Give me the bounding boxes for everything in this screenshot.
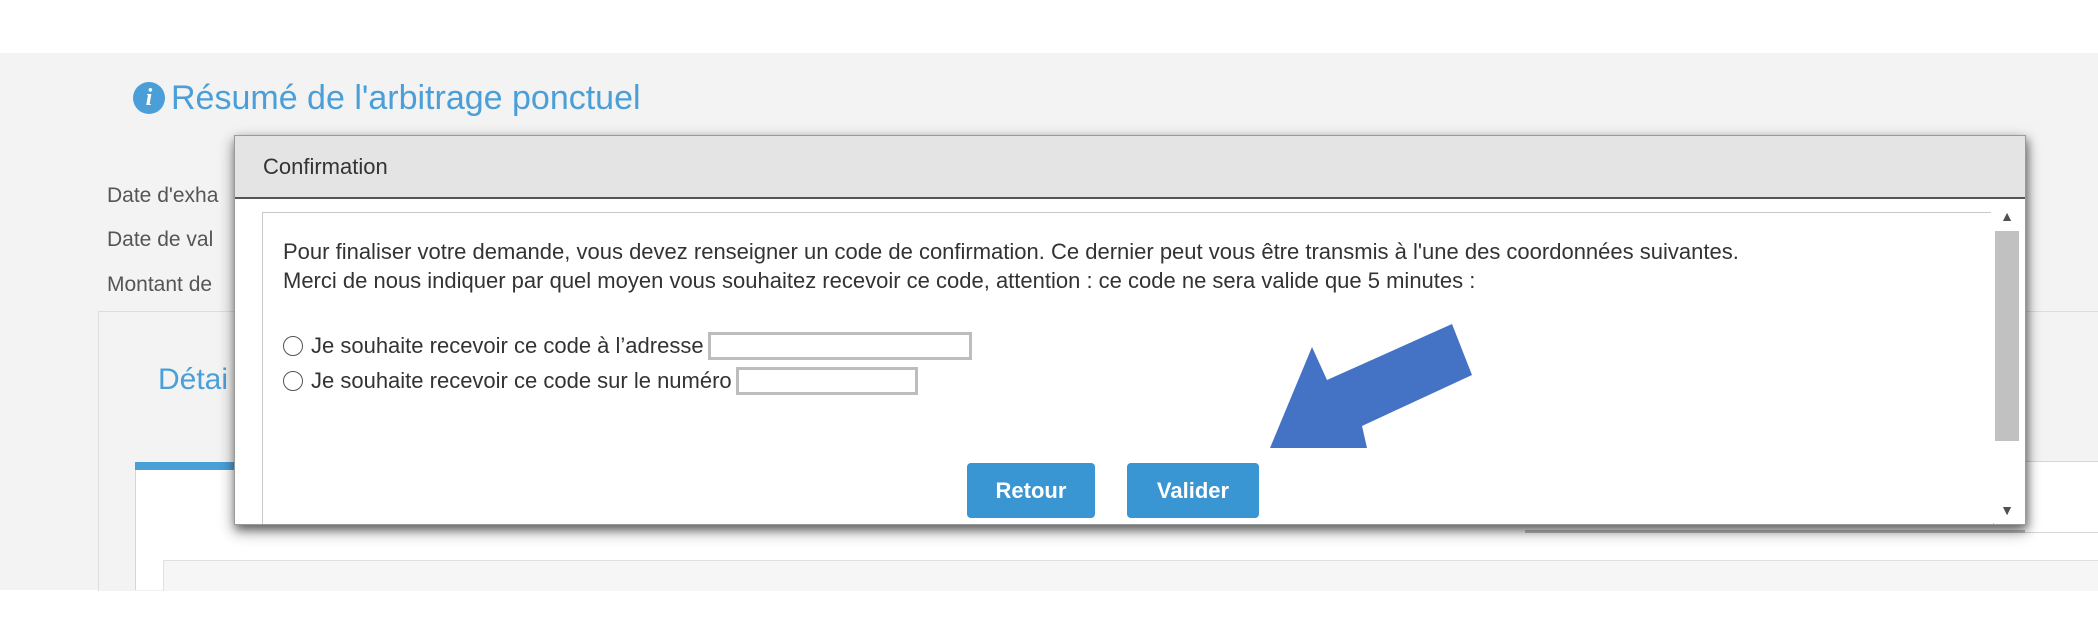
validate-button[interactable]: Valider: [1127, 463, 1259, 518]
field-label-amount: Montant de: [107, 273, 213, 296]
scroll-up-arrow-icon[interactable]: ▲: [1991, 205, 2023, 227]
details-right-strip: [2025, 461, 2098, 533]
field-label-date-exhaustion: Date d'exha: [107, 184, 219, 207]
details-title: Détai: [158, 363, 229, 396]
email-option-label: Je souhaite recevoir ce code à l’adresse: [311, 333, 704, 358]
back-button[interactable]: Retour: [967, 463, 1095, 518]
phone-number-field[interactable]: [735, 367, 918, 395]
confirmation-dialog: Confirmation Pour finaliser votre demand…: [234, 135, 2026, 525]
pointer-arrow-icon: [1270, 324, 1472, 448]
email-address-field[interactable]: [707, 332, 972, 360]
option-phone-row: Je souhaite recevoir ce code sur le numé…: [283, 367, 918, 395]
dialog-message-line1: Pour finaliser votre demande, vous devez…: [283, 239, 1739, 264]
dialog-message-line2: Merci de nous indiquer par quel moyen vo…: [283, 268, 1476, 293]
scroll-thumb[interactable]: [1995, 231, 2019, 441]
option-email-row: Je souhaite recevoir ce code à l’adresse: [283, 332, 972, 360]
details-card-inner: [163, 560, 2098, 591]
dialog-header: Confirmation: [235, 136, 2025, 199]
dialog-scrollbar[interactable]: ▲ ▼: [1991, 201, 2023, 523]
phone-option-label: Je souhaite recevoir ce code sur le numé…: [311, 368, 732, 393]
scroll-down-arrow-icon[interactable]: ▼: [1991, 499, 2023, 521]
phone-radio[interactable]: [283, 371, 303, 391]
dialog-message: Pour finaliser votre demande, vous devez…: [283, 237, 1923, 295]
dialog-title: Confirmation: [263, 153, 388, 179]
tab-accent-bar: [135, 462, 245, 470]
summary-heading: i Résumé de l'arbitrage ponctuel: [133, 78, 641, 118]
summary-title: Résumé de l'arbitrage ponctuel: [171, 78, 641, 117]
info-icon: i: [133, 82, 165, 114]
email-radio[interactable]: [283, 336, 303, 356]
page-top-area: [1730, 0, 2098, 53]
dialog-body: Pour finaliser votre demande, vous devez…: [262, 212, 1994, 524]
details-divider: [1525, 530, 2025, 533]
field-label-date-value: Date de val: [107, 228, 214, 251]
